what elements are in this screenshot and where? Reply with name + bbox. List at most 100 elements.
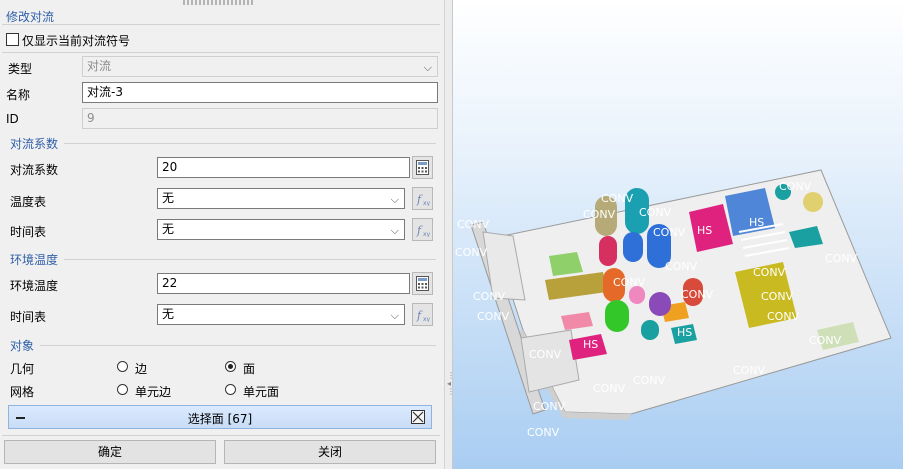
conv-label: CONV [583, 208, 616, 221]
name-value: 对流-3 [87, 85, 123, 99]
conv-label: CONV [477, 310, 510, 323]
temp-table-function-button[interactable]: f xy [412, 187, 433, 210]
temp-table-label: 温度表 [10, 195, 47, 209]
id-field: 9 [82, 108, 438, 129]
conv-label: CONV [653, 226, 686, 239]
svg-text:xy: xy [423, 200, 430, 206]
panel-drag-grip[interactable] [183, 0, 255, 5]
mesh-label: 网格 [10, 385, 35, 399]
temp-table-value: 无 [162, 191, 175, 205]
pcb-model: CONV CONV CONV CONV CONV CONV CONV CONV … [455, 169, 892, 439]
function-icon: f xy [416, 193, 430, 206]
conv-label: CONV [779, 180, 812, 193]
selection-bar[interactable]: 选择面 [67] [8, 405, 432, 429]
calculator-button[interactable] [412, 272, 433, 295]
conv-label: CONV [457, 218, 490, 231]
divider [2, 52, 440, 53]
conv-label: CONV [455, 246, 488, 259]
chevron-down-icon: ⌵ [423, 61, 432, 74]
mesh-face-label: 单元面 [243, 385, 280, 399]
conv-label: CONV [529, 348, 562, 361]
time-table-function-button[interactable]: f xy [412, 218, 433, 241]
calculator-button[interactable] [412, 156, 433, 179]
conv-label: CONV [809, 334, 842, 347]
svg-text:f: f [416, 309, 423, 322]
geometry-edge-radio[interactable] [117, 361, 128, 372]
conv-label: CONV [639, 206, 672, 219]
type-label: 类型 [8, 62, 33, 76]
capacitor [623, 232, 643, 262]
chip-green [549, 252, 583, 276]
type-value: 对流 [87, 59, 112, 73]
capacitor [649, 292, 671, 316]
capacitor [599, 236, 617, 266]
calculator-icon [416, 160, 429, 175]
ambient-time-function-button[interactable]: f xy [412, 303, 433, 326]
type-select: 对流 ⌵ [82, 56, 438, 77]
divider [64, 143, 436, 144]
ambient-time-select[interactable]: 无 ⌵ [157, 304, 405, 325]
conv-label: CONV [761, 290, 794, 303]
object-group-title: 对象 [10, 339, 35, 353]
divider [64, 259, 436, 260]
capacitor [605, 300, 629, 332]
mesh-edge-radio[interactable] [117, 384, 128, 395]
ambient-label: 环境温度 [10, 279, 59, 293]
id-value: 9 [87, 111, 95, 125]
conv-label: CONV [733, 364, 766, 377]
hs-label: HS [749, 216, 764, 229]
divider [2, 24, 440, 25]
show-current-only-checkbox[interactable] [6, 33, 19, 46]
conv-label: CONV [473, 290, 506, 303]
conv-label: CONV [533, 400, 566, 413]
panel-title: 修改对流 [6, 10, 55, 24]
capacitor [803, 192, 823, 212]
svg-text:f: f [416, 193, 423, 206]
conv-label: CONV [767, 310, 800, 323]
conv-label: CONV [825, 252, 858, 265]
ambient-input[interactable]: 22 [157, 273, 410, 294]
chevron-down-icon: ⌵ [390, 224, 399, 237]
geometry-face-radio[interactable] [225, 361, 236, 372]
hs-label: HS [697, 224, 712, 237]
coef-group-title: 对流系数 [10, 137, 59, 151]
time-table-label: 时间表 [10, 225, 47, 239]
coef-input[interactable]: 20 [157, 157, 410, 178]
geometry-label: 几何 [10, 362, 35, 376]
chevron-down-icon: ⌵ [390, 193, 399, 206]
conv-label: CONV [527, 426, 560, 439]
show-current-only-label: 仅显示当前对流符号 [22, 34, 131, 48]
ambient-time-value: 无 [162, 307, 175, 321]
close-button[interactable]: 关闭 [224, 440, 436, 464]
svg-text:xy: xy [423, 316, 430, 322]
modify-convection-panel: 修改对流 仅显示当前对流符号 类型 对流 ⌵ 名称 对流-3 ID 9 对流系数… [0, 0, 444, 469]
chevron-down-icon: ⌵ [390, 309, 399, 322]
ok-button[interactable]: 确定 [4, 440, 216, 464]
name-input[interactable]: 对流-3 [82, 82, 438, 103]
svg-text:f: f [416, 224, 423, 237]
selection-bar-label: 选择面 [67] [187, 412, 253, 426]
coef-label: 对流系数 [10, 163, 59, 177]
3d-viewport[interactable]: CONV CONV CONV CONV CONV CONV CONV CONV … [453, 0, 903, 469]
divider [40, 345, 436, 346]
mesh-face-radio[interactable] [225, 384, 236, 395]
ambient-time-label: 时间表 [10, 310, 47, 324]
ambient-group-title: 环境温度 [10, 253, 59, 267]
function-icon: f xy [416, 309, 430, 322]
time-table-select[interactable]: 无 ⌵ [157, 219, 405, 240]
name-label: 名称 [6, 88, 31, 102]
conv-label: CONV [753, 266, 786, 279]
id-label: ID [6, 112, 19, 126]
coef-value: 20 [162, 160, 178, 174]
mesh-edge-label: 单元边 [135, 385, 172, 399]
hs-label: HS [677, 326, 692, 339]
function-icon: f xy [416, 224, 430, 237]
temp-table-select[interactable]: 无 ⌵ [157, 188, 405, 209]
hs-label: HS [583, 338, 598, 351]
conv-label: CONV [613, 276, 646, 289]
divider [2, 435, 440, 436]
clear-selection-icon[interactable] [411, 410, 425, 424]
panel-splitter[interactable]: ⋮ ◂ ⋮ [444, 0, 455, 469]
svg-text:xy: xy [423, 231, 430, 237]
geometry-edge-label: 边 [135, 362, 148, 376]
